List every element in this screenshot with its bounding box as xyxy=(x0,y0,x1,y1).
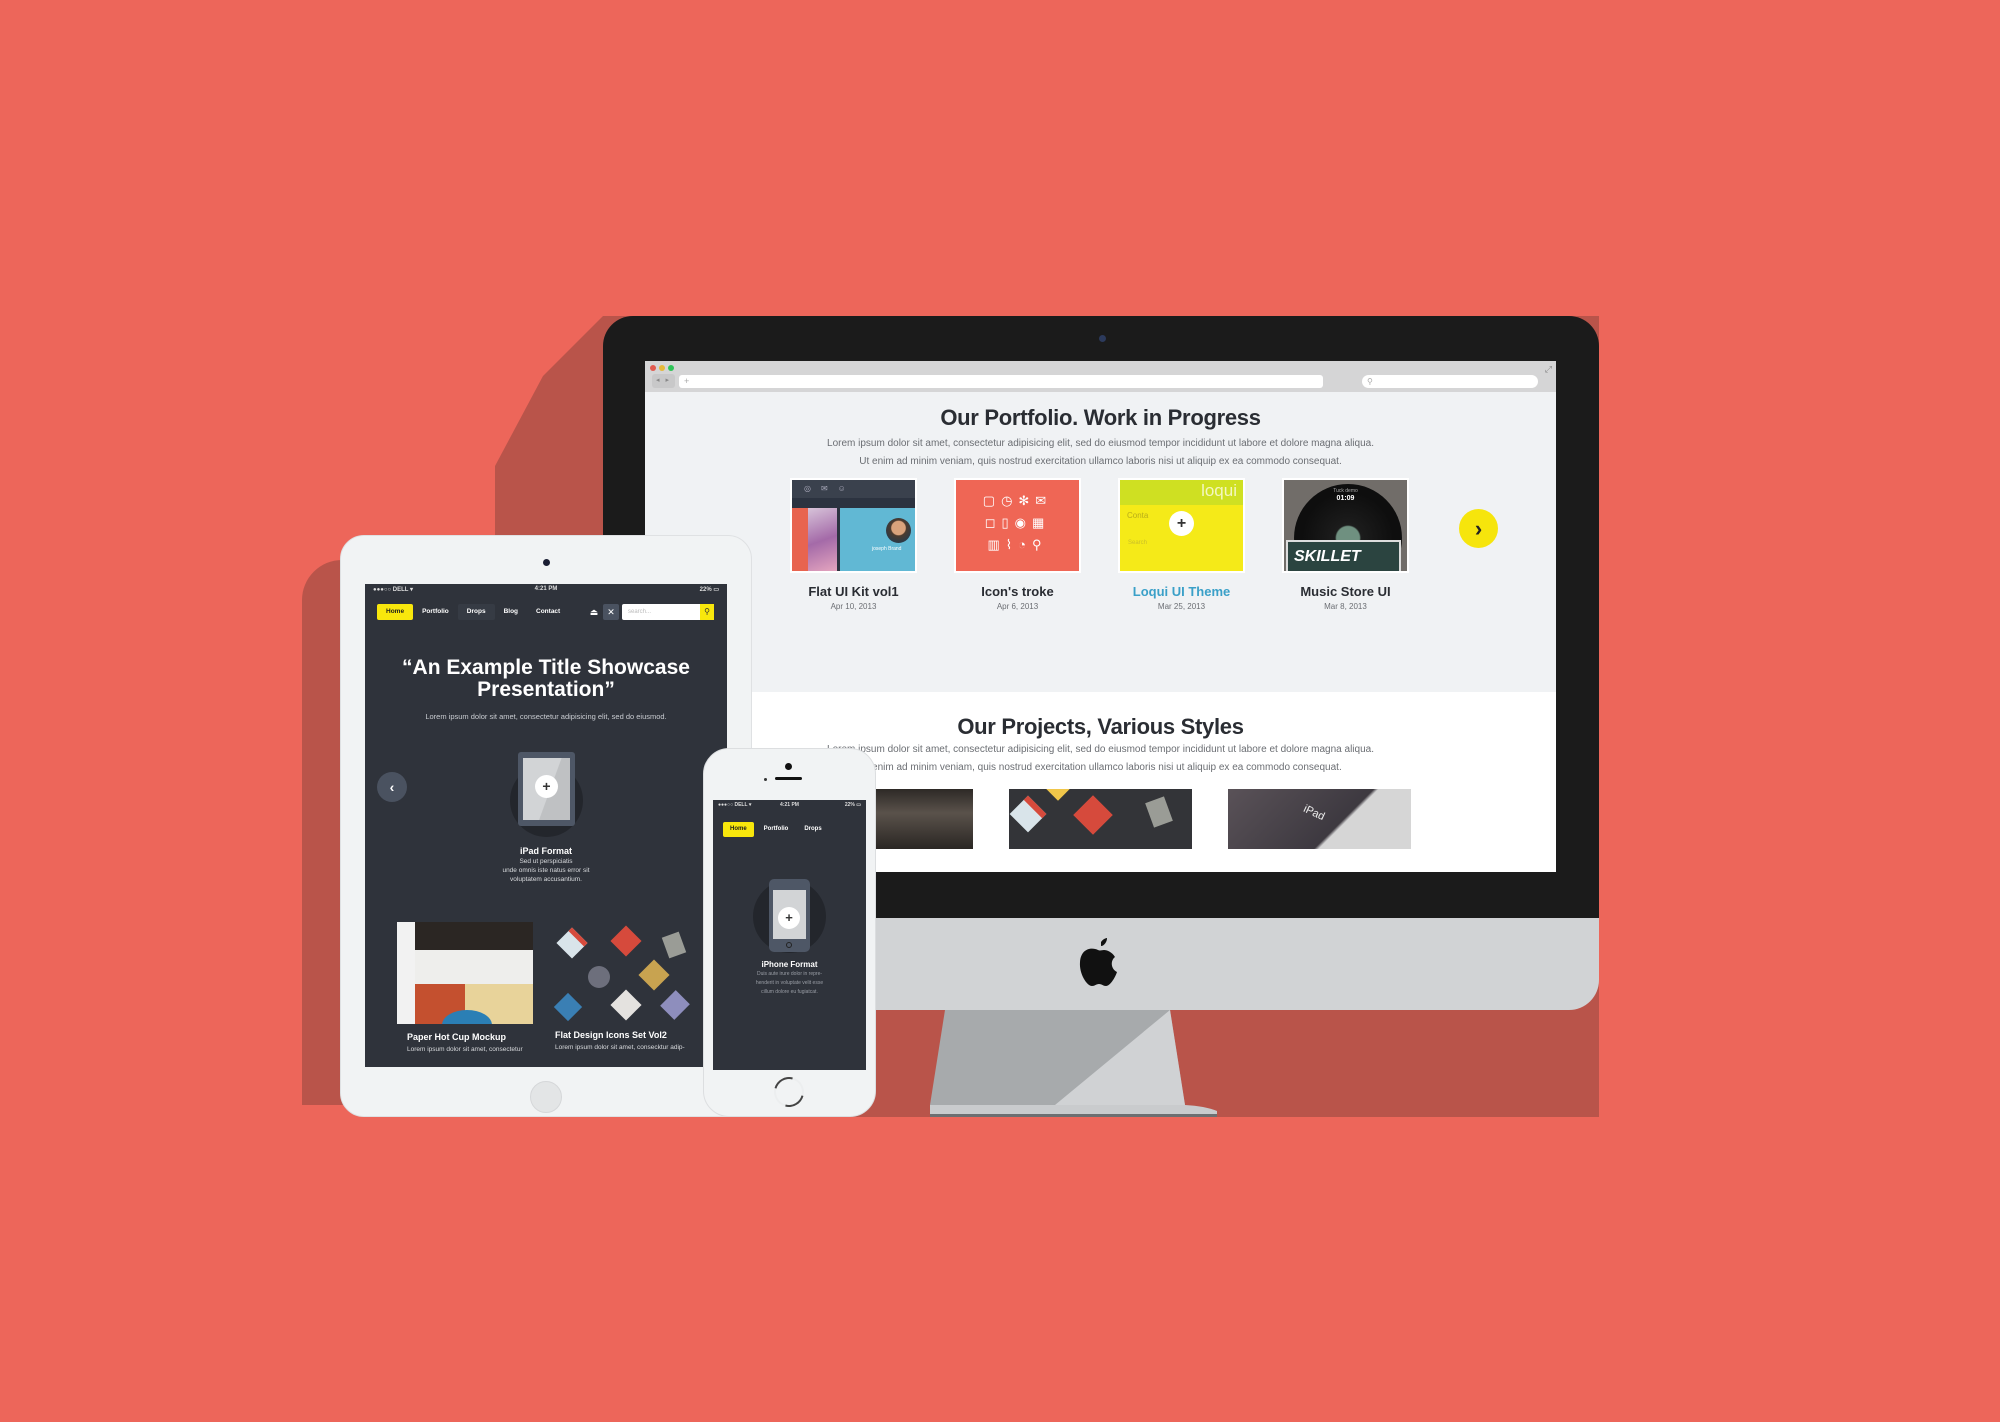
tablet-nav: Home Portfolio Drops Blog Contact xyxy=(377,604,569,620)
prev-slide-button[interactable]: ‹ xyxy=(377,772,407,802)
nav-portfolio[interactable]: Portfolio xyxy=(413,604,458,620)
card-date: Mar 25, 2013 xyxy=(1157,602,1206,611)
portfolio-lead-line1: Lorem ipsum dolor sit amet, consectetur … xyxy=(827,438,1374,449)
project-thumbnail-icons[interactable] xyxy=(1009,789,1192,849)
carousel-next-button[interactable]: › xyxy=(1459,509,1498,548)
address-bar[interactable]: + xyxy=(679,375,1323,388)
iphone-sensor-icon xyxy=(764,778,767,781)
icon-stroke-thumbnail: ▢◷✻✉ ◻▯◉▦ ▥⌇◔⚲ xyxy=(954,478,1081,573)
music-store-thumbnail: Tuck demo 01:09 SKILLET xyxy=(1282,478,1409,573)
nav-portfolio[interactable]: Portfolio xyxy=(754,821,799,837)
back-forward-buttons[interactable]: ◂ ▸ xyxy=(652,374,675,388)
shuffle-icon[interactable]: ✕ xyxy=(603,604,619,620)
card-title[interactable]: Icon's troke xyxy=(934,584,1101,599)
stroke-icons-row: ▢◷✻✉ xyxy=(982,493,1053,508)
chevron-left-icon: ‹ xyxy=(389,779,395,795)
add-icon[interactable]: + xyxy=(535,775,558,798)
nav-drops[interactable]: Drops xyxy=(457,604,495,620)
hero-title: “An Example Title Showcase Presentation” xyxy=(402,656,690,701)
add-icon[interactable]: + xyxy=(778,907,800,929)
add-icon[interactable]: + xyxy=(1169,511,1194,536)
search-icon[interactable]: ⚲ xyxy=(700,604,714,620)
search-icon: ⚲ xyxy=(1367,377,1373,386)
browser-search-field[interactable]: ⚲ xyxy=(1362,375,1538,388)
flat-icons-image[interactable] xyxy=(553,922,690,1024)
card-date: Mar 8, 2013 xyxy=(1324,602,1367,611)
clock: 4:21 PM xyxy=(780,802,799,808)
card-date: Apr 10, 2013 xyxy=(830,602,877,611)
stroke-icons-row: ▥⌇◔⚲ xyxy=(987,537,1048,552)
format-title: iPhone Format xyxy=(761,960,818,969)
ipad-home-button[interactable] xyxy=(530,1081,562,1113)
chevron-right-icon: › xyxy=(1474,515,1483,541)
ipad-screen: ●●●○○ DELL ▾ 4:21 PM 22% ▭ Home Portfoli… xyxy=(365,584,727,1067)
portfolio-title: Our Portfolio. Work in Progress xyxy=(940,405,1261,430)
card-title[interactable]: Loqui UI Theme xyxy=(1098,584,1265,599)
card-title[interactable]: Music Store UI xyxy=(1262,584,1429,599)
tile-title[interactable]: Flat Design Icons Set Vol2 xyxy=(555,1030,667,1040)
cup-mockup-image[interactable] xyxy=(397,922,533,1024)
ipad-camera-icon xyxy=(543,559,550,566)
project-thumbnail-ipad[interactable]: iPad xyxy=(1228,789,1411,849)
format-title: iPad Format xyxy=(519,846,572,856)
nav-blog[interactable]: Blog xyxy=(495,604,527,620)
search-input[interactable]: search... ⚲ xyxy=(622,604,714,620)
hero-subtitle: Lorem ipsum dolor sit amet, consectetur … xyxy=(425,712,667,721)
phone-nav: Home Portfolio Drops xyxy=(723,821,828,837)
tile-text: Lorem ipsum dolor sit amet, consectetur xyxy=(407,1046,523,1053)
fullscreen-icon[interactable]: ⤢ xyxy=(1545,364,1552,375)
status-bar: ●●●○○ DELL ▾ 4:21 PM 22% ▭ xyxy=(713,800,866,811)
iphone-speaker-icon xyxy=(775,777,802,780)
loqui-thumbnail: loqui Conta Search + xyxy=(1118,478,1245,573)
nav-home[interactable]: Home xyxy=(723,821,754,837)
browser-chrome: ◂ ▸ + ⚲ ⤢ xyxy=(645,361,1556,392)
iphone-screen: ●●●○○ DELL ▾ 4:21 PM 22% ▭ Home Portfoli… xyxy=(713,800,866,1070)
minimize-window-icon[interactable] xyxy=(659,365,665,371)
iphone-camera-icon xyxy=(785,763,792,770)
nav-contact[interactable]: Contact xyxy=(527,604,569,620)
user-icon[interactable]: ⏏ xyxy=(586,604,602,620)
card-date: Apr 6, 2013 xyxy=(996,602,1039,611)
stroke-icons-row: ◻▯◉▦ xyxy=(984,515,1051,530)
nav-drops[interactable]: Drops xyxy=(798,821,827,837)
portfolio-section: Our Portfolio. Work in Progress Lorem ip… xyxy=(645,392,1556,692)
tile-title[interactable]: Paper Hot Cup Mockup xyxy=(407,1032,506,1042)
nav-home[interactable]: Home xyxy=(377,604,414,620)
battery: 22% ▭ xyxy=(699,587,719,593)
status-bar: ●●●○○ DELL ▾ 4:21 PM 22% ▭ xyxy=(365,584,727,595)
flat-ui-kit-thumbnail: ◎✉☺ joseph Brand xyxy=(790,478,917,573)
close-window-icon[interactable] xyxy=(650,365,656,371)
imac-camera-icon xyxy=(1099,335,1106,342)
projects-title: Our Projects, Various Styles xyxy=(957,714,1244,739)
clock: 4:21 PM xyxy=(534,586,558,592)
tile-text: Lorem ipsum dolor sit amet, consecktur a… xyxy=(555,1044,685,1051)
card-title[interactable]: Flat UI Kit vol1 xyxy=(770,584,937,599)
apple-logo-icon xyxy=(1079,938,1117,986)
portfolio-lead-line2: Ut enim ad minim veniam, quis nostrud ex… xyxy=(859,456,1342,467)
maximize-window-icon[interactable] xyxy=(668,365,674,371)
imac-stand xyxy=(930,1010,1217,1117)
battery: 22% ▭ xyxy=(844,802,861,808)
